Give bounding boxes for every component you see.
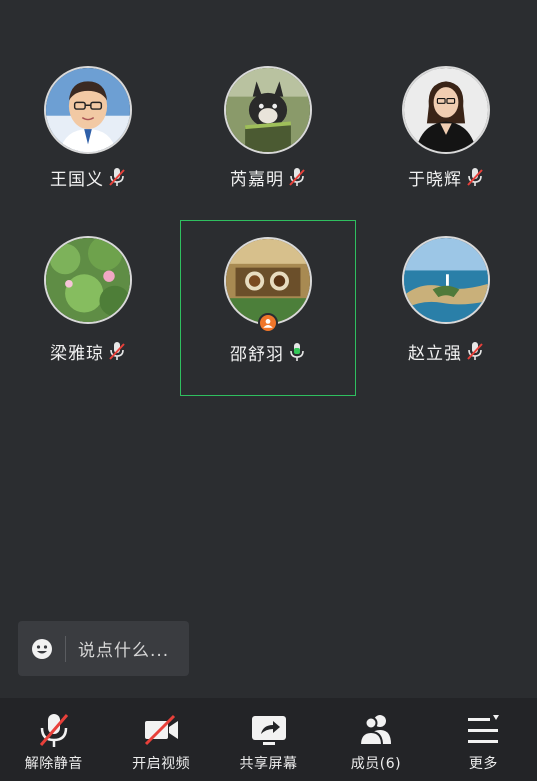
avatar <box>44 66 132 154</box>
participant-name: 芮嘉明 <box>230 169 284 190</box>
unmute-button[interactable]: 解除静音 <box>0 698 107 781</box>
avatar <box>402 66 490 154</box>
share-screen-button[interactable]: 共享屏幕 <box>215 698 322 781</box>
members-icon <box>356 710 396 750</box>
participant-tile-zhaoliqiang[interactable]: 赵立强 <box>358 222 534 398</box>
mic-muted-icon <box>466 341 484 361</box>
mic-muted-icon <box>108 167 126 187</box>
more-button[interactable]: 更多 <box>430 698 537 781</box>
chat-input[interactable]: 说点什么... <box>18 621 189 676</box>
divider <box>65 635 66 662</box>
participant-name: 王国义 <box>50 169 104 190</box>
members-label: 成员(6) <box>350 756 402 772</box>
participant-name: 赵立强 <box>408 343 462 364</box>
participant-name: 邵舒羽 <box>230 344 284 365</box>
participant-tile-ruijiaming[interactable]: 芮嘉明 <box>180 38 356 214</box>
mic-muted-icon <box>466 167 484 187</box>
members-button[interactable]: 成员(6) <box>322 698 429 781</box>
avatar <box>402 236 490 324</box>
chat-placeholder: 说点什么... <box>78 641 170 661</box>
participant-tile-yuxiaohui[interactable]: 于晓辉 <box>358 38 534 214</box>
participant-tile-liangyaqiong[interactable]: 梁雅琼 <box>0 222 176 398</box>
participant-tile-shaoshuyu-active[interactable]: 邵舒羽 <box>180 220 356 396</box>
host-badge-icon <box>258 313 278 333</box>
avatar <box>224 66 312 154</box>
participant-tile-wangguoyi[interactable]: 王国义 <box>0 38 176 214</box>
emoji-icon[interactable] <box>31 638 53 660</box>
mic-active-icon <box>288 342 306 362</box>
avatar <box>224 237 312 325</box>
share-screen-label: 共享屏幕 <box>239 756 298 772</box>
mic-muted-icon <box>34 710 74 750</box>
video-off-icon <box>141 710 181 750</box>
more-menu-icon <box>463 710 503 750</box>
participant-grid: 王国义 芮嘉明 于晓辉 梁雅琼 邵舒羽 赵立强 <box>0 0 537 420</box>
start-video-button[interactable]: 开启视频 <box>107 698 214 781</box>
more-label: 更多 <box>468 756 498 772</box>
unmute-label: 解除静音 <box>24 756 83 772</box>
participant-name: 于晓辉 <box>408 169 462 190</box>
mic-muted-icon <box>108 341 126 361</box>
avatar <box>44 236 132 324</box>
share-screen-icon <box>249 710 289 750</box>
bottom-toolbar: 解除静音 开启视频 共享屏幕 成员(6) 更多 <box>0 698 537 781</box>
mic-muted-icon <box>288 167 306 187</box>
participant-name: 梁雅琼 <box>50 343 104 364</box>
start-video-label: 开启视频 <box>132 756 191 772</box>
